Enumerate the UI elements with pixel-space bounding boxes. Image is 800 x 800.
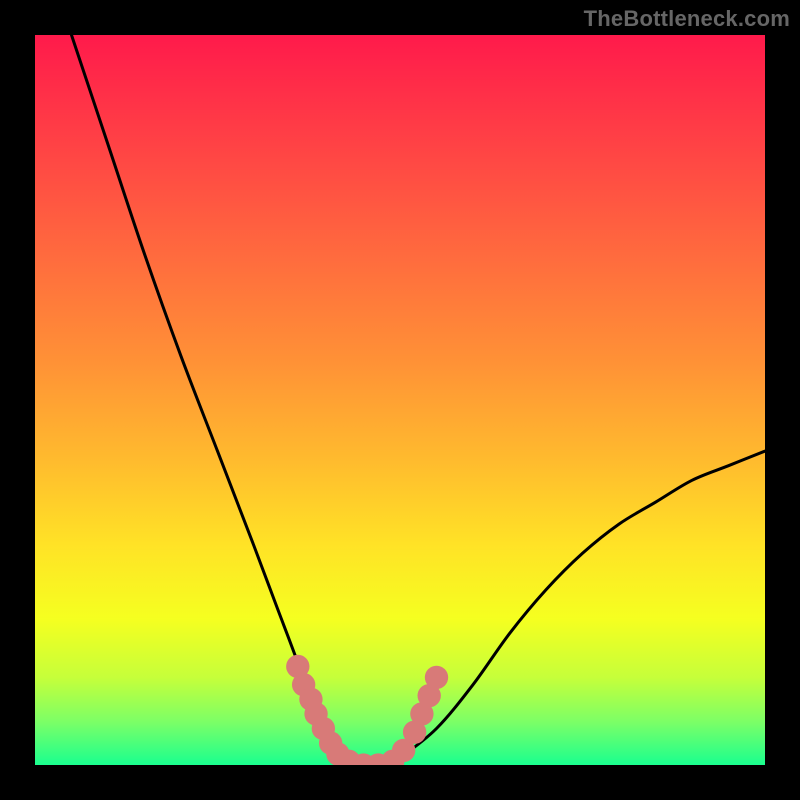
watermark-text: TheBottleneck.com xyxy=(584,6,790,32)
chart-svg xyxy=(35,35,765,765)
chart-container: TheBottleneck.com xyxy=(0,0,800,800)
bead xyxy=(425,666,448,689)
plot-area xyxy=(35,35,765,765)
gradient-background xyxy=(35,35,765,765)
